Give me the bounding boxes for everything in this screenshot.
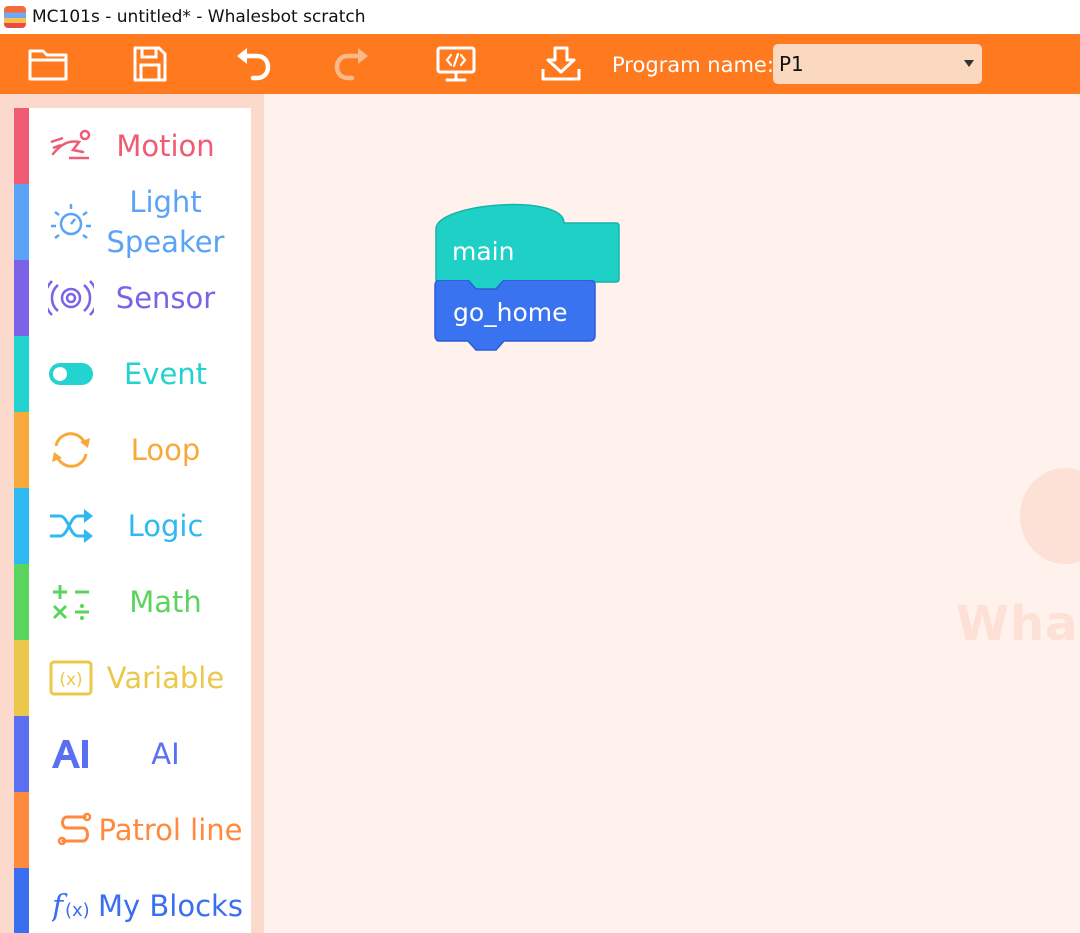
category-label: My Blocks	[98, 889, 243, 923]
category-my-blocks[interactable]: f (x) My Blocks	[14, 868, 251, 933]
category-label: Sensor	[115, 281, 216, 315]
code-view-button[interactable]	[434, 42, 478, 86]
open-folder-icon	[28, 49, 68, 81]
category-label: Motion	[116, 129, 215, 163]
redo-button[interactable]	[331, 42, 375, 86]
save-icon	[133, 46, 167, 82]
app-logo-icon	[4, 6, 26, 28]
svg-text:(x): (x)	[65, 900, 90, 921]
program-name-select[interactable]: P1	[773, 44, 982, 84]
svg-text:(x): (x)	[59, 670, 82, 690]
patrol-line-icon	[52, 807, 98, 853]
category-label: Patrol line	[98, 813, 243, 847]
program-name-value: P1	[779, 52, 804, 76]
main-hat-block[interactable]: main	[434, 199, 622, 289]
category-label: AI	[151, 737, 180, 771]
undo-icon	[237, 48, 271, 81]
category-patrol-line[interactable]: Patrol line	[14, 792, 251, 868]
category-label: Logic	[127, 509, 204, 543]
code-view-icon	[436, 46, 476, 82]
go-home-block-label: go_home	[453, 298, 568, 327]
category-sensor[interactable]: Sensor	[14, 260, 251, 336]
category-label: Math	[129, 585, 202, 619]
category-label: Loop	[130, 433, 201, 467]
category-math[interactable]: Math	[14, 564, 251, 640]
my-blocks-icon: f (x)	[50, 883, 96, 929]
title-bar: MC101s - untitled* - Whalesbot scratch	[0, 0, 1080, 34]
chevron-down-icon	[964, 60, 974, 67]
toolbar: Program name: P1	[0, 34, 1080, 94]
download-button[interactable]	[539, 42, 583, 86]
category-event[interactable]: Event	[14, 336, 251, 412]
window-title: MC101s - untitled* - Whalesbot scratch	[32, 7, 366, 27]
redo-icon	[334, 48, 368, 81]
category-label: Event	[123, 357, 208, 391]
category-loop[interactable]: Loop	[14, 412, 251, 488]
category-ai[interactable]: AI	[14, 716, 251, 792]
category-variable[interactable]: (x) Variable	[14, 640, 251, 716]
category-motion[interactable]: Motion	[14, 108, 251, 184]
main-block-label: main	[452, 237, 514, 266]
go-home-block[interactable]: go_home	[434, 280, 600, 356]
category-light-speaker[interactable]: Light Speaker	[14, 184, 251, 260]
save-button[interactable]	[128, 42, 172, 86]
code-workspace[interactable]: Whale main go_home	[264, 94, 1080, 933]
category-label: Variable	[106, 661, 225, 695]
watermark-text: Whale	[956, 596, 1080, 652]
category-logic[interactable]: Logic	[14, 488, 251, 564]
program-name-label: Program name:	[612, 53, 774, 77]
open-folder-button[interactable]	[26, 42, 70, 86]
category-sidebar: Motion Light Speaker Sensor Event Loop L…	[14, 108, 251, 933]
category-label: Light Speaker	[106, 185, 225, 259]
download-icon	[541, 46, 581, 81]
watermark-logo	[1020, 468, 1080, 564]
undo-button[interactable]	[230, 42, 274, 86]
